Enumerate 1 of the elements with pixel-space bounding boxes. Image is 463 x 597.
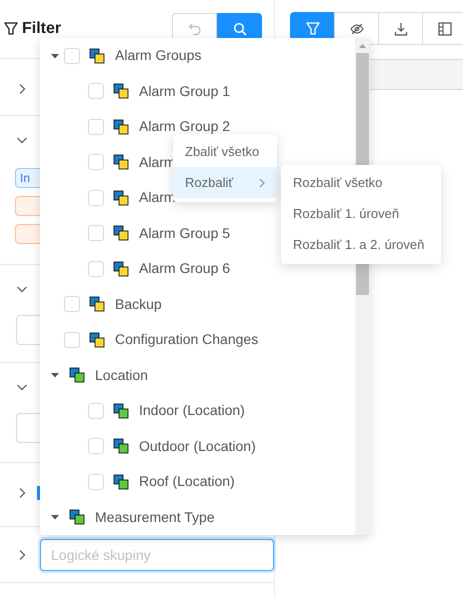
panel-title: Filter [22, 19, 62, 39]
